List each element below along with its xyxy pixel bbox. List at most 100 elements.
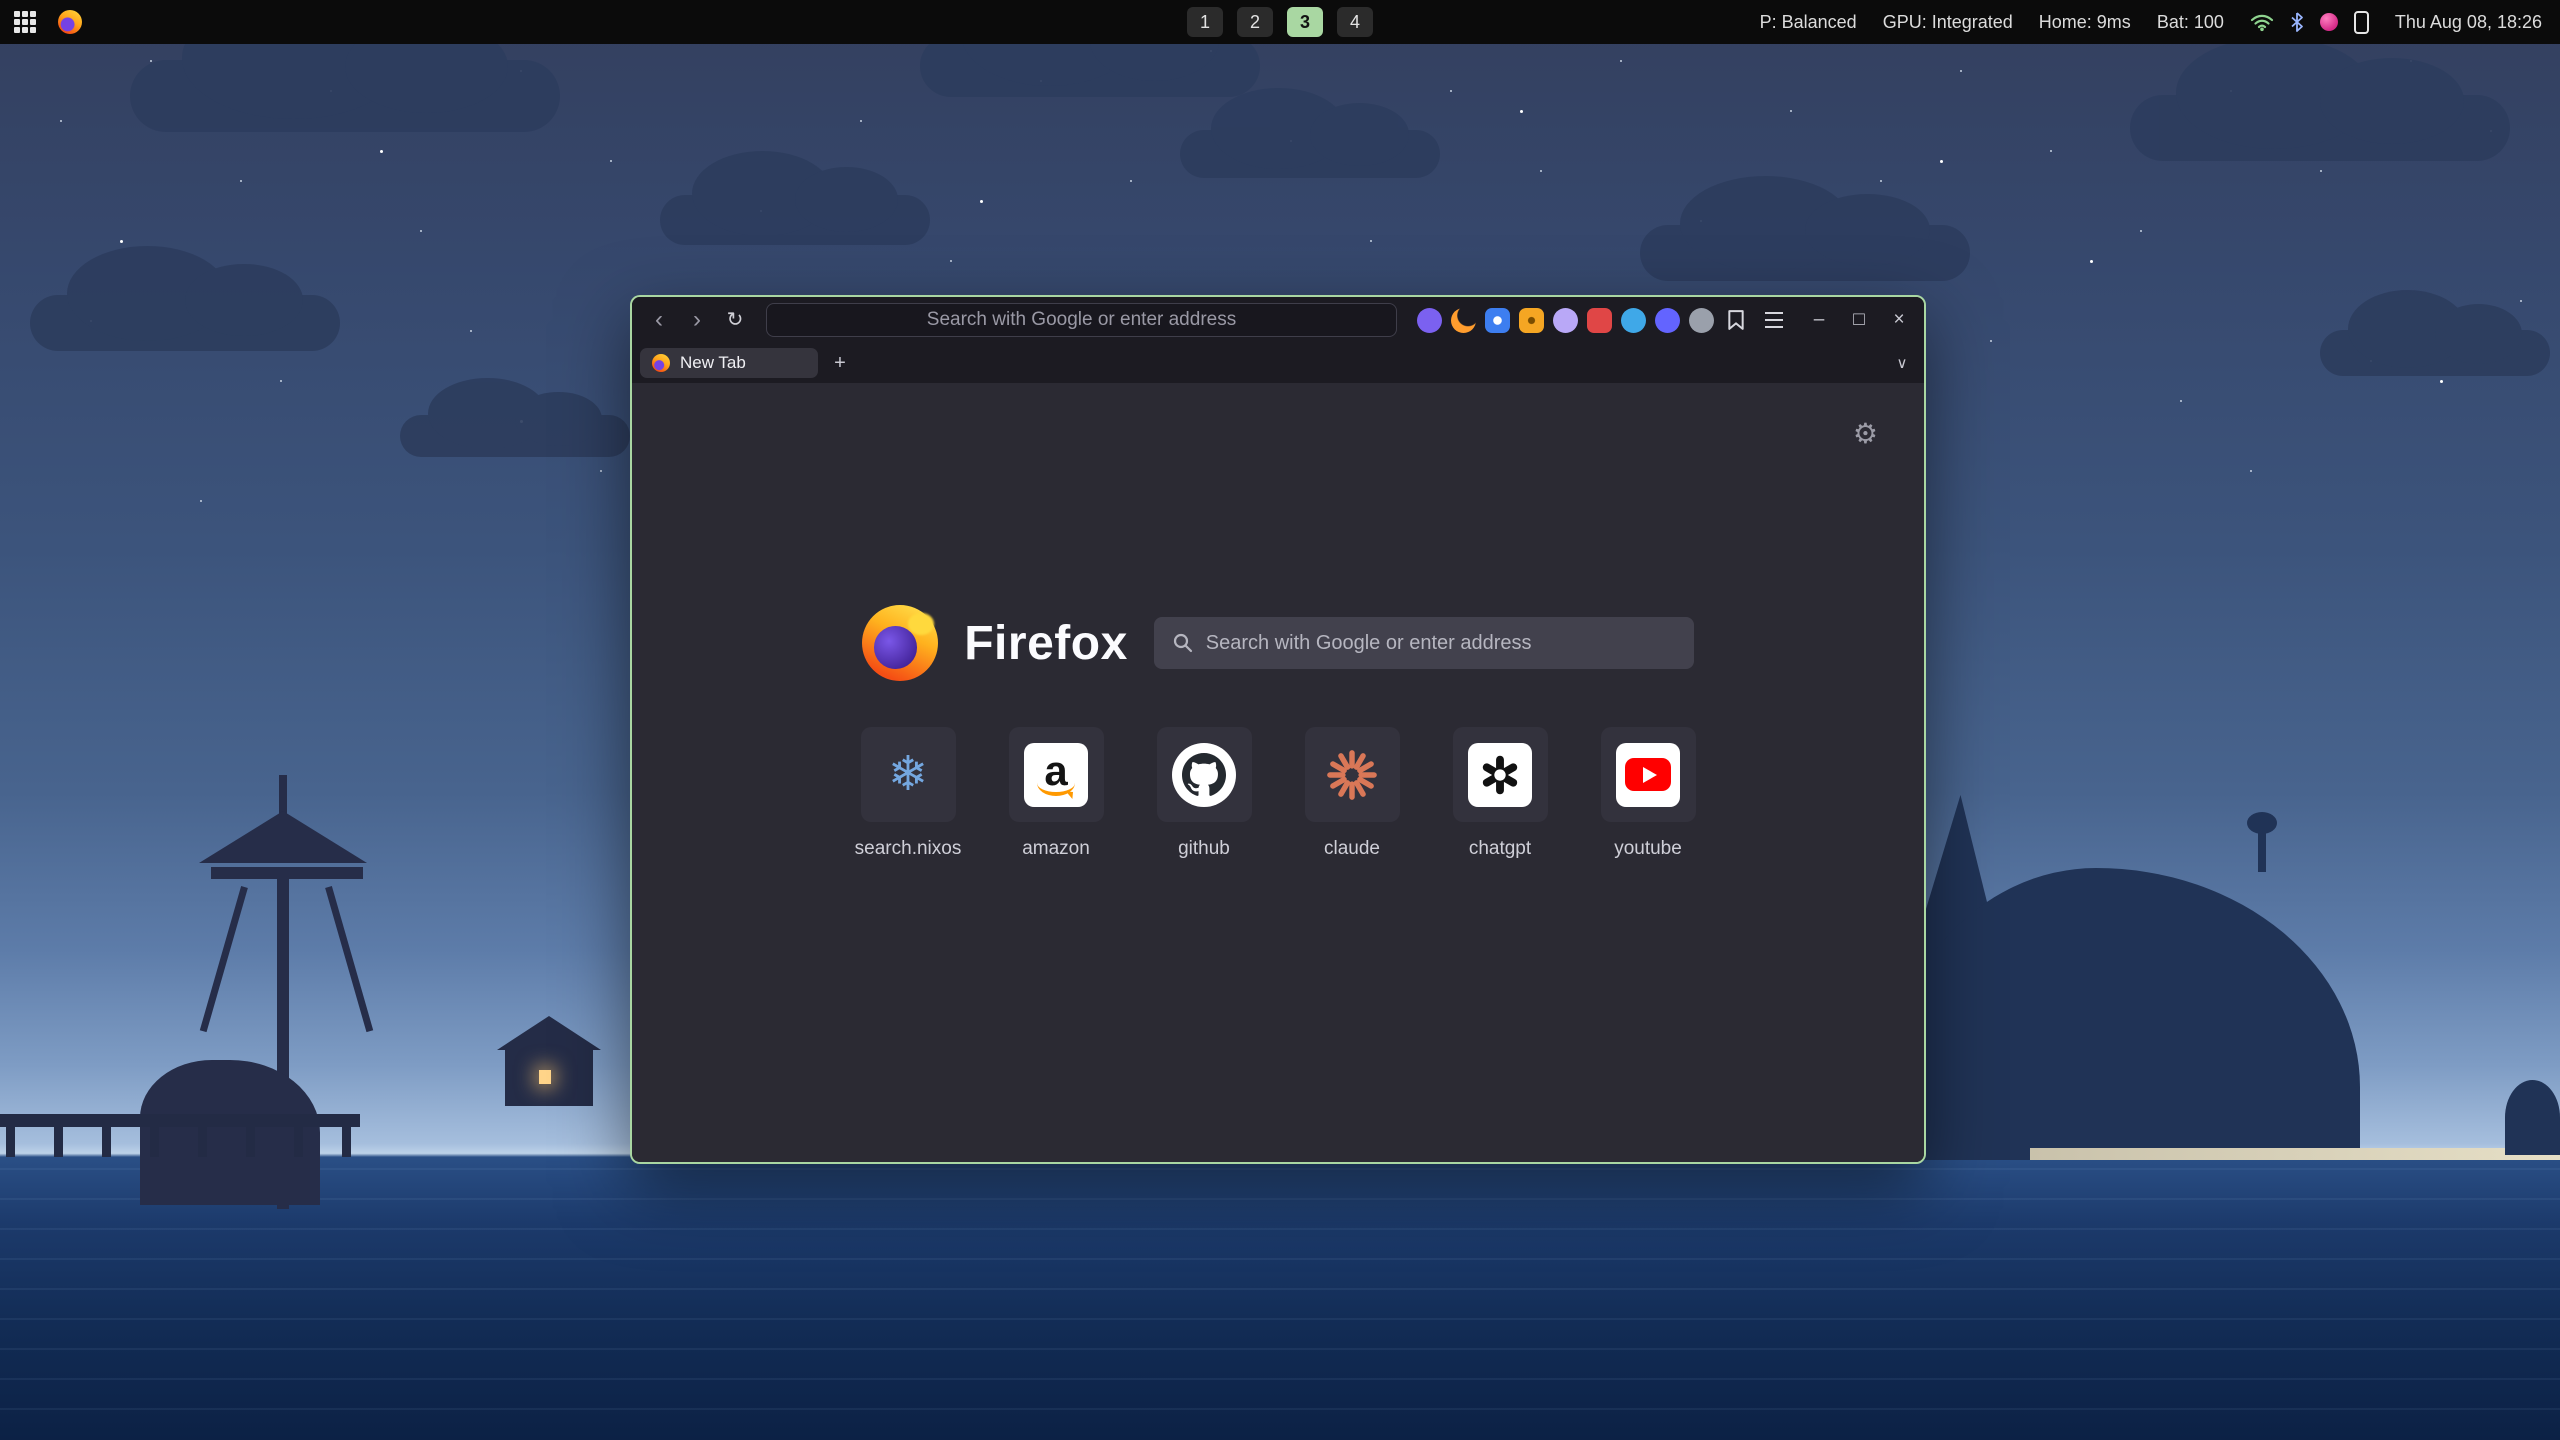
- youtube-play-icon: [1616, 743, 1680, 807]
- extension-toolbar: [1417, 308, 1748, 333]
- window-controls: – □ ×: [1804, 305, 1914, 335]
- forward-button[interactable]: ›: [680, 304, 714, 336]
- island-tree: [2258, 828, 2266, 872]
- gpu-indicator: GPU: Integrated: [1883, 12, 2013, 33]
- workspace-switcher: 1 2 3 4: [1187, 7, 1373, 37]
- minimize-button[interactable]: –: [1804, 305, 1834, 335]
- extension-icon[interactable]: [1417, 308, 1442, 333]
- hut-window-light: [539, 1070, 551, 1084]
- clock: Thu Aug 08, 18:26: [2395, 12, 2542, 33]
- latency-indicator: Home: 9ms: [2039, 12, 2131, 33]
- newtab-page: ⚙ Firefox ❄ search.nixos: [632, 383, 1924, 1162]
- shortcut-label: claude: [1324, 838, 1380, 860]
- bluetooth-icon[interactable]: [2290, 11, 2304, 33]
- cloud: [2130, 95, 2510, 161]
- extension-icon[interactable]: [1451, 308, 1476, 333]
- workspace-button-4[interactable]: 4: [1337, 7, 1373, 37]
- tab-bar: New Tab + ∨: [632, 343, 1924, 383]
- shortcut-chatgpt[interactable]: chatgpt: [1451, 727, 1549, 860]
- claude-starburst-icon: [1326, 749, 1378, 801]
- workspace-button-3[interactable]: 3: [1287, 7, 1323, 37]
- cloud: [1640, 225, 1970, 281]
- status-bar: 1 2 3 4 P: Balanced GPU: Integrated Home…: [0, 0, 2560, 44]
- workspace-button-1[interactable]: 1: [1187, 7, 1223, 37]
- shortcut-label: github: [1178, 838, 1230, 860]
- shortcut-tile: [1305, 727, 1400, 822]
- cloud: [920, 35, 1260, 97]
- statusbar-left: [0, 10, 82, 34]
- close-button[interactable]: ×: [1884, 305, 1914, 335]
- shortcut-claude[interactable]: claude: [1303, 727, 1401, 860]
- shortcut-label: amazon: [1022, 838, 1090, 860]
- personalize-gear-icon[interactable]: ⚙: [1853, 417, 1878, 450]
- new-tab-button[interactable]: +: [826, 349, 854, 377]
- shortcut-github[interactable]: github: [1155, 727, 1253, 860]
- statusbar-right: P: Balanced GPU: Integrated Home: 9ms Ba…: [1760, 11, 2560, 34]
- workspace-button-2[interactable]: 2: [1237, 7, 1273, 37]
- extension-icon[interactable]: [1553, 308, 1578, 333]
- desktop: 1 2 3 4 P: Balanced GPU: Integrated Home…: [0, 0, 2560, 1440]
- hut-roof: [497, 1016, 601, 1050]
- power-profile-indicator: P: Balanced: [1760, 12, 1857, 33]
- shortcut-tile: [1453, 727, 1548, 822]
- shortcut-search-nixos[interactable]: ❄ search.nixos: [859, 727, 957, 860]
- extension-icon[interactable]: [1519, 308, 1544, 333]
- battery-indicator: Bat: 100: [2157, 12, 2224, 33]
- save-page-icon[interactable]: [1723, 308, 1748, 333]
- cloud: [660, 195, 930, 245]
- browser-toolbar: ‹ › ↻: [632, 297, 1924, 343]
- extension-icon[interactable]: [1689, 308, 1714, 333]
- cloud: [130, 60, 560, 132]
- amazon-icon: a: [1024, 743, 1088, 807]
- rock-right-edge: [2505, 1080, 2560, 1155]
- app-launcher-icon[interactable]: [14, 11, 36, 33]
- amazon-smile-arrow: [1037, 783, 1075, 796]
- app-menu-button[interactable]: [1758, 304, 1790, 336]
- shortcut-tile: [1601, 727, 1696, 822]
- cloud: [400, 415, 630, 457]
- firefox-tray-icon[interactable]: [58, 10, 82, 34]
- firefox-favicon: [652, 354, 670, 372]
- list-tabs-chevron-icon[interactable]: ∨: [1888, 349, 1916, 377]
- back-button[interactable]: ‹: [642, 304, 676, 336]
- shortcut-tile: ❄: [861, 727, 956, 822]
- tab-new-tab[interactable]: New Tab: [640, 348, 818, 378]
- shortcut-youtube[interactable]: youtube: [1599, 727, 1697, 860]
- pier-posts: [6, 1127, 360, 1157]
- firefox-wordmark: Firefox: [964, 616, 1128, 671]
- cloud: [2320, 330, 2550, 376]
- tab-title: New Tab: [680, 353, 746, 373]
- github-octocat-icon: [1172, 743, 1236, 807]
- shortcut-label: youtube: [1614, 838, 1682, 860]
- nixos-snowflake-icon: ❄: [888, 751, 928, 799]
- system-tray: [2250, 11, 2369, 34]
- reload-button[interactable]: ↻: [718, 304, 752, 336]
- ocean-ripples: [0, 1168, 2560, 1418]
- shortcut-tile: a: [1009, 727, 1104, 822]
- cloud: [1180, 130, 1440, 178]
- newtab-search-input[interactable]: [1206, 632, 1676, 655]
- wifi-icon[interactable]: [2250, 12, 2274, 32]
- newtab-search-bar: [1154, 617, 1694, 669]
- url-input[interactable]: [767, 304, 1396, 336]
- phone-icon[interactable]: [2354, 11, 2369, 34]
- extension-icon[interactable]: [1621, 308, 1646, 333]
- firefox-window: ‹ › ↻: [630, 295, 1926, 1164]
- openai-knot-icon: [1468, 743, 1532, 807]
- extension-icon[interactable]: [1655, 308, 1680, 333]
- search-icon: [1172, 632, 1194, 654]
- maximize-button[interactable]: □: [1844, 305, 1874, 335]
- firefox-logo: [862, 605, 938, 681]
- pier-silhouette: [0, 1114, 360, 1127]
- newtab-hero: Firefox: [632, 383, 1924, 681]
- extension-icon[interactable]: [1587, 308, 1612, 333]
- shortcut-label: search.nixos: [855, 838, 962, 860]
- island-beach: [2030, 1148, 2560, 1160]
- cloud: [30, 295, 340, 351]
- extension-icon[interactable]: [1485, 308, 1510, 333]
- shortcut-amazon[interactable]: a amazon: [1007, 727, 1105, 860]
- shortcut-tile: [1157, 727, 1252, 822]
- tray-app-icon[interactable]: [2320, 13, 2338, 31]
- url-bar: [766, 303, 1397, 337]
- shortcut-label: chatgpt: [1469, 838, 1531, 860]
